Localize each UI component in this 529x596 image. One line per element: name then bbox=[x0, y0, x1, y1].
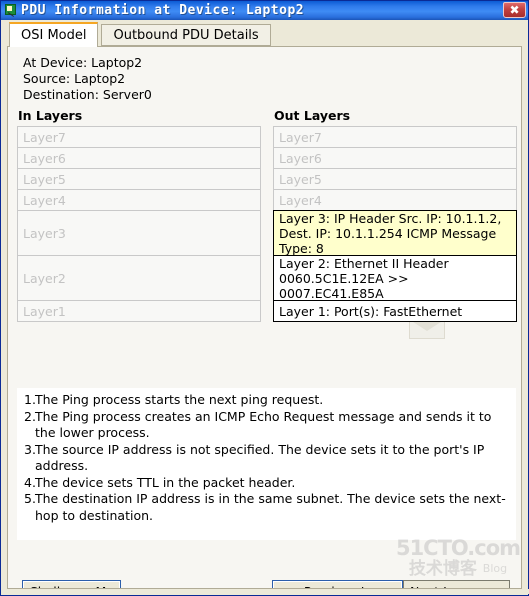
step-4-number: 4. bbox=[24, 474, 36, 490]
destination-label: Destination: Server0 bbox=[23, 87, 152, 102]
out-layer-1[interactable]: Layer 1: Port(s): FastEthernet bbox=[273, 300, 517, 322]
out-layers-column: Out Layers Layer7 Layer6 Layer5 Layer4 L… bbox=[273, 108, 517, 339]
in-layer-7[interactable]: Layer7 bbox=[17, 126, 261, 148]
step-1-text: The Ping process starts the next ping re… bbox=[35, 392, 324, 407]
out-layer-7[interactable]: Layer7 bbox=[273, 126, 517, 148]
tab-outbound-pdu-details[interactable]: Outbound PDU Details bbox=[101, 24, 271, 46]
pdu-information-window: PDU Information at Device: Laptop2 ✖ OSI… bbox=[0, 0, 529, 596]
step-3-text: The source IP address is not specified. … bbox=[35, 441, 485, 474]
step-2-text: The Ping process creates an ICMP Echo Re… bbox=[35, 408, 492, 441]
envelope-icon bbox=[409, 319, 445, 339]
in-layer-3[interactable]: Layer3 bbox=[17, 210, 261, 256]
in-layer-2[interactable]: Layer2 bbox=[17, 255, 261, 301]
layers-container: In Layers Layer7 Layer6 Layer5 Layer4 La… bbox=[8, 108, 521, 339]
window-title: PDU Information at Device: Laptop2 bbox=[21, 3, 305, 18]
description-step-3: 3.The source IP address is not specified… bbox=[24, 442, 509, 475]
pdu-information-window-root: PDU Information at Device: Laptop2 ✖ OSI… bbox=[0, 0, 529, 596]
step-5-number: 5. bbox=[24, 491, 36, 506]
in-layers-column: In Layers Layer7 Layer6 Layer5 Layer4 La… bbox=[17, 108, 261, 322]
tab-osi-model-label: OSI Model bbox=[21, 28, 87, 43]
previous-layer-button[interactable]: << Previous Layer bbox=[272, 580, 403, 588]
packet-tracer-icon bbox=[4, 3, 19, 18]
step-2-number: 2. bbox=[24, 408, 36, 424]
close-glyph: ✖ bbox=[509, 3, 520, 17]
tab-outbound-pdu-details-label: Outbound PDU Details bbox=[113, 27, 259, 43]
step-4-text: The device sets TTL in the packet header… bbox=[35, 474, 296, 490]
out-layer-5[interactable]: Layer5 bbox=[273, 168, 517, 190]
in-layer-6[interactable]: Layer6 bbox=[17, 147, 261, 169]
out-layer-3[interactable]: Layer 3: IP Header Src. IP: 10.1.1.2, De… bbox=[273, 210, 517, 256]
out-layer-6[interactable]: Layer6 bbox=[273, 147, 517, 169]
window-titlebar: PDU Information at Device: Laptop2 ✖ bbox=[1, 1, 528, 20]
description-panel: 1.The Ping process starts the next ping … bbox=[17, 388, 516, 540]
close-icon[interactable]: ✖ bbox=[503, 2, 526, 18]
description-step-4: 4.The device sets TTL in the packet head… bbox=[24, 475, 509, 492]
tab-osi-model[interactable]: OSI Model bbox=[9, 22, 99, 47]
in-layers-title: In Layers bbox=[18, 108, 83, 123]
in-layer-4[interactable]: Layer4 bbox=[17, 189, 261, 211]
description-step-1: 1.The Ping process starts the next ping … bbox=[24, 392, 509, 409]
button-row: Challenge Me << Previous Layer Next Laye… bbox=[8, 574, 521, 588]
step-5-text: The destination IP address is in the sam… bbox=[35, 491, 506, 523]
source-label: Source: Laptop2 bbox=[23, 71, 126, 86]
out-layer-4[interactable]: Layer4 bbox=[273, 189, 517, 211]
next-layer-button[interactable]: Next Layer >> bbox=[403, 580, 510, 588]
out-layer-2[interactable]: Layer 2: Ethernet II Header 0060.5C1E.12… bbox=[273, 255, 517, 301]
device-info-block: At Device: Laptop2 Source: Laptop2 Desti… bbox=[8, 47, 521, 103]
osi-model-panel: At Device: Laptop2 Source: Laptop2 Desti… bbox=[7, 46, 522, 589]
description-step-2: 2.The Ping process creates an ICMP Echo … bbox=[24, 409, 509, 442]
in-layer-1[interactable]: Layer1 bbox=[17, 300, 261, 322]
out-layers-title: Out Layers bbox=[274, 108, 351, 123]
tab-bar: OSI Model Outbound PDU Details bbox=[1, 20, 528, 47]
at-device-label: At Device: Laptop2 bbox=[23, 55, 143, 70]
step-3-number: 3. bbox=[24, 441, 36, 457]
in-layer-5[interactable]: Layer5 bbox=[17, 168, 261, 190]
description-step-5: 5.The destination IP address is in the s… bbox=[24, 491, 509, 524]
window-bottom-strip bbox=[2, 589, 529, 594]
step-1-number: 1. bbox=[24, 392, 36, 407]
challenge-me-button[interactable]: Challenge Me bbox=[22, 580, 121, 588]
